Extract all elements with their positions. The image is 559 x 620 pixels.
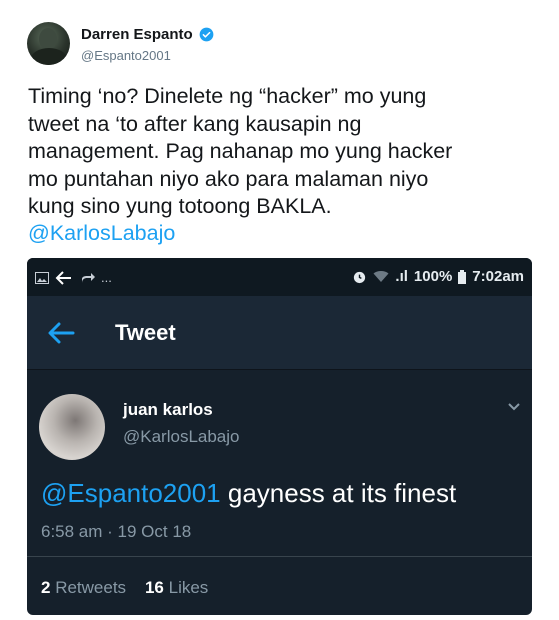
retweets-label[interactable]: Retweets [50, 578, 126, 597]
chevron-down-icon[interactable] [507, 402, 521, 412]
tweet-app-bar: Tweet [27, 296, 532, 370]
wifi-icon [373, 271, 389, 282]
avatar-face [39, 28, 57, 50]
quoted-tweet-mention[interactable]: @Espanto2001 [41, 478, 221, 508]
app-bar-title: Tweet [115, 320, 176, 345]
author-handle[interactable]: @Espanto2001 [81, 48, 171, 63]
author-name-row: Darren Espanto [81, 26, 214, 43]
image-notification-icon [35, 271, 49, 284]
quoted-author-name[interactable]: juan karlos [123, 400, 213, 420]
quoted-tweet-timestamp: 6:58 am · 19 Oct 18 [41, 522, 192, 541]
quoted-tweet-text: @Espanto2001 gayness at its finest [41, 478, 456, 509]
arrow-notification-icon [55, 270, 71, 285]
quoted-tweet-stats: 2 Retweets 16 Likes [41, 578, 208, 598]
quoted-author-handle[interactable]: @KarlosLabajo [123, 427, 240, 447]
forward-notification-icon [82, 272, 95, 283]
embedded-screenshot[interactable]: ... .ıl 100% 7:02am Tweet juan karlos @K… [27, 258, 532, 615]
verified-badge-icon [199, 27, 214, 42]
likes-label[interactable]: Likes [164, 578, 209, 597]
signal-strength: .ıl [395, 268, 408, 285]
avatar-shoulders [31, 48, 67, 65]
divider [27, 556, 532, 557]
likes-count[interactable]: 16 [145, 578, 164, 597]
quoted-author-avatar[interactable] [39, 394, 105, 460]
tweet-text: Timing ‘no? Dinelete ng “hacker” mo yung… [28, 84, 453, 218]
alarm-icon [354, 271, 366, 284]
battery-percent: 100% [413, 268, 453, 285]
quoted-tweet-body: gayness at its finest [220, 478, 457, 508]
phone-status-bar: ... .ıl 100% 7:02am [27, 258, 532, 296]
battery-icon [458, 269, 467, 284]
author-avatar[interactable] [27, 22, 70, 65]
status-bar-left-icons: ... [35, 270, 112, 285]
tweet-mention-link[interactable]: @KarlosLabajo [28, 221, 175, 246]
author-display-name[interactable]: Darren Espanto [81, 26, 193, 43]
status-bar-right-icons: .ıl 100% 7:02am [352, 268, 524, 285]
status-more-dots: ... [101, 270, 112, 285]
back-arrow-icon[interactable] [47, 322, 75, 344]
status-time: 7:02am [472, 268, 524, 285]
